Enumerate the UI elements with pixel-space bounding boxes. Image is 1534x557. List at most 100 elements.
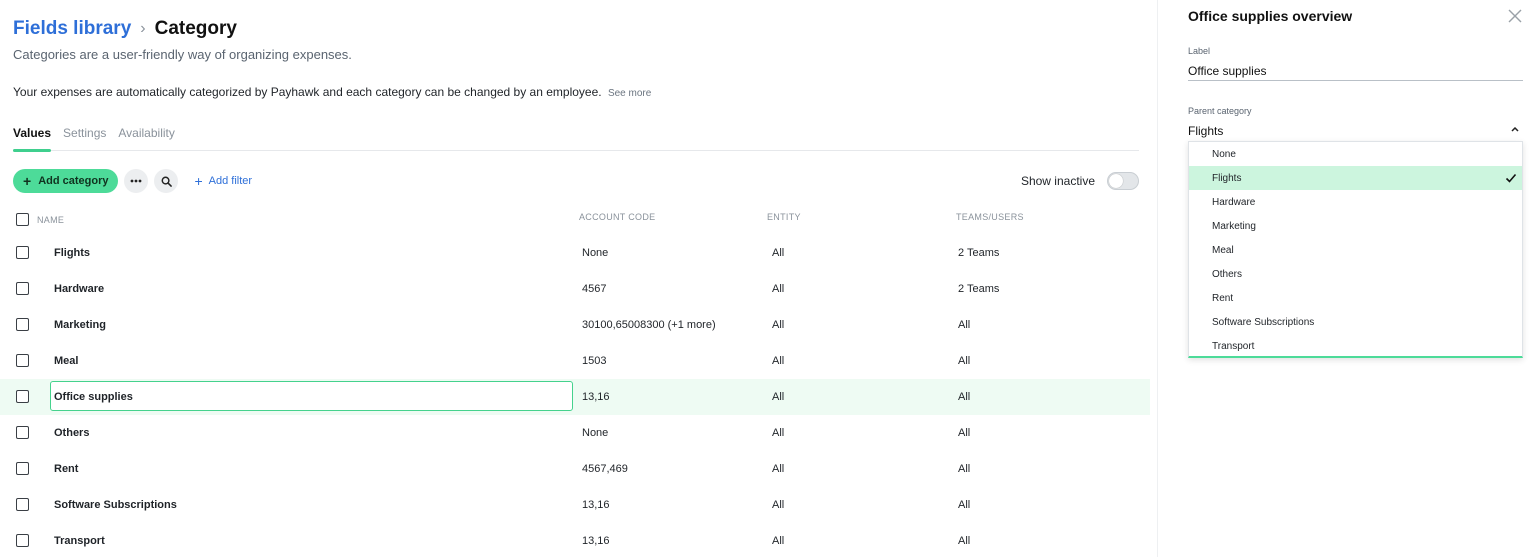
row-name: Hardware [54,283,105,295]
row-entity: All [772,355,785,367]
row-account-code: None [582,247,609,259]
row-entity: All [772,463,785,475]
row-name: Others [54,427,90,439]
row-entity: All [772,427,785,439]
chevron-right-icon: › [140,20,146,37]
dropdown-option[interactable]: Software Subscriptions [1189,310,1522,334]
row-name: Marketing [54,319,106,331]
add-category-button[interactable]: + Add category [13,169,119,193]
row-teams: All [958,463,971,475]
checkmark-icon [1505,173,1517,183]
row-name: Flights [54,247,91,259]
parent-category-dropdown: None Flights Hardware Marketing Meal Oth… [1188,141,1523,358]
dropdown-option[interactable]: Marketing [1189,214,1522,238]
search-button[interactable] [154,169,179,193]
row-entity: All [772,247,785,259]
option-label: Hardware [1212,197,1256,208]
parent-category-select[interactable]: Flights [1188,121,1523,141]
column-account-code[interactable]: ACCOUNT CODE [579,212,655,222]
plus-icon: + [23,173,32,189]
panel-title: Office supplies overview [1188,8,1353,24]
tab-availability[interactable]: Availability [118,126,174,151]
more-options-button[interactable] [124,169,149,193]
table-row[interactable]: Hardware 4567 All 2 Teams [0,271,1150,307]
chevron-up-icon [1511,126,1519,132]
row-checkbox[interactable] [16,390,29,403]
plus-icon: + [194,173,203,189]
page-description: Your expenses are automatically categori… [13,85,651,99]
table-row-selected[interactable]: Office supplies 13,16 All All [0,379,1150,415]
label-field[interactable]: Office supplies [1188,61,1523,81]
more-horizontal-icon [131,179,142,183]
row-teams: All [958,355,971,367]
show-inactive-label: Show inactive [1020,174,1095,188]
show-inactive-toggle[interactable] [1107,172,1139,190]
toolbar: + Add category + Add filter Show inactiv… [13,169,1139,193]
row-account-code: 13,16 [582,499,610,511]
row-entity: All [772,391,785,403]
row-checkbox[interactable] [16,534,29,547]
option-label: None [1212,149,1236,160]
breadcrumb: Fields library › Category [13,17,237,41]
description-text: Your expenses are automatically categori… [13,85,602,99]
dropdown-option-selected[interactable]: Flights [1189,166,1522,190]
add-filter-button[interactable]: + Add filter [194,174,252,188]
label-caption: Label [1188,46,1211,56]
row-name: Transport [54,535,105,547]
toggle-knob [1109,174,1123,188]
row-name: Software Subscriptions [54,499,177,511]
row-checkbox[interactable] [16,246,29,259]
dropdown-option[interactable]: Hardware [1189,190,1522,214]
row-account-code: 13,16 [582,391,610,403]
row-account-code: 30100,65008300 (+1 more) [582,319,716,331]
row-entity: All [772,283,785,295]
add-category-label: Add category [38,175,109,187]
option-label: Marketing [1212,221,1256,232]
dropdown-option[interactable]: Transport [1189,334,1522,358]
details-panel: Office supplies overview Label Office su… [1157,0,1534,557]
parent-category-caption: Parent category [1188,106,1252,116]
dropdown-option[interactable]: Rent [1189,286,1522,310]
option-label: Flights [1212,173,1242,184]
table-row[interactable]: Flights None All 2 Teams [0,235,1150,271]
tab-values[interactable]: Values [13,126,52,152]
tab-settings[interactable]: Settings [63,126,106,151]
search-icon [161,176,172,187]
row-checkbox[interactable] [16,282,29,295]
table-row[interactable]: Rent 4567,469 All All [0,451,1150,487]
show-inactive-control: Show inactive [1021,172,1139,190]
tab-bar: Values Settings Availability [13,126,1139,152]
row-entity: All [772,535,785,547]
table-header: NAME ACCOUNT CODE ENTITY TEAMS/USERS [0,208,1150,230]
breadcrumb-fields-library[interactable]: Fields library [13,18,131,40]
column-name[interactable]: NAME [37,215,64,225]
table-row[interactable]: Software Subscriptions 13,16 All All [0,487,1150,523]
row-name: Office supplies [54,391,133,403]
label-field-value: Office supplies [1188,64,1267,78]
row-checkbox[interactable] [16,354,29,367]
select-all-checkbox[interactable] [16,213,29,226]
parent-category-value: Flights [1188,124,1224,138]
row-checkbox[interactable] [16,426,29,439]
close-icon[interactable] [1507,8,1523,24]
add-filter-label: Add filter [208,175,253,187]
option-label: Transport [1212,341,1255,352]
table-row[interactable]: Marketing 30100,65008300 (+1 more) All A… [0,307,1150,343]
table-row[interactable]: Others None All All [0,415,1150,451]
row-account-code: 4567,469 [582,463,628,475]
table-row[interactable]: Meal 1503 All All [0,343,1150,379]
row-entity: All [772,499,785,511]
row-checkbox[interactable] [16,498,29,511]
dropdown-option[interactable]: Meal [1189,238,1522,262]
row-checkbox[interactable] [16,462,29,475]
column-entity[interactable]: ENTITY [767,212,801,222]
row-teams: All [958,319,971,331]
main-content: Fields library › Category Categories are… [0,0,1157,557]
see-more-link[interactable]: See more [608,88,651,99]
row-checkbox[interactable] [16,318,29,331]
table-row[interactable]: Transport 13,16 All All [0,523,1150,557]
dropdown-option[interactable]: Others [1189,262,1522,286]
dropdown-option[interactable]: None [1189,142,1522,166]
column-teams-users[interactable]: TEAMS/USERS [956,212,1024,222]
option-label: Software Subscriptions [1212,317,1315,328]
